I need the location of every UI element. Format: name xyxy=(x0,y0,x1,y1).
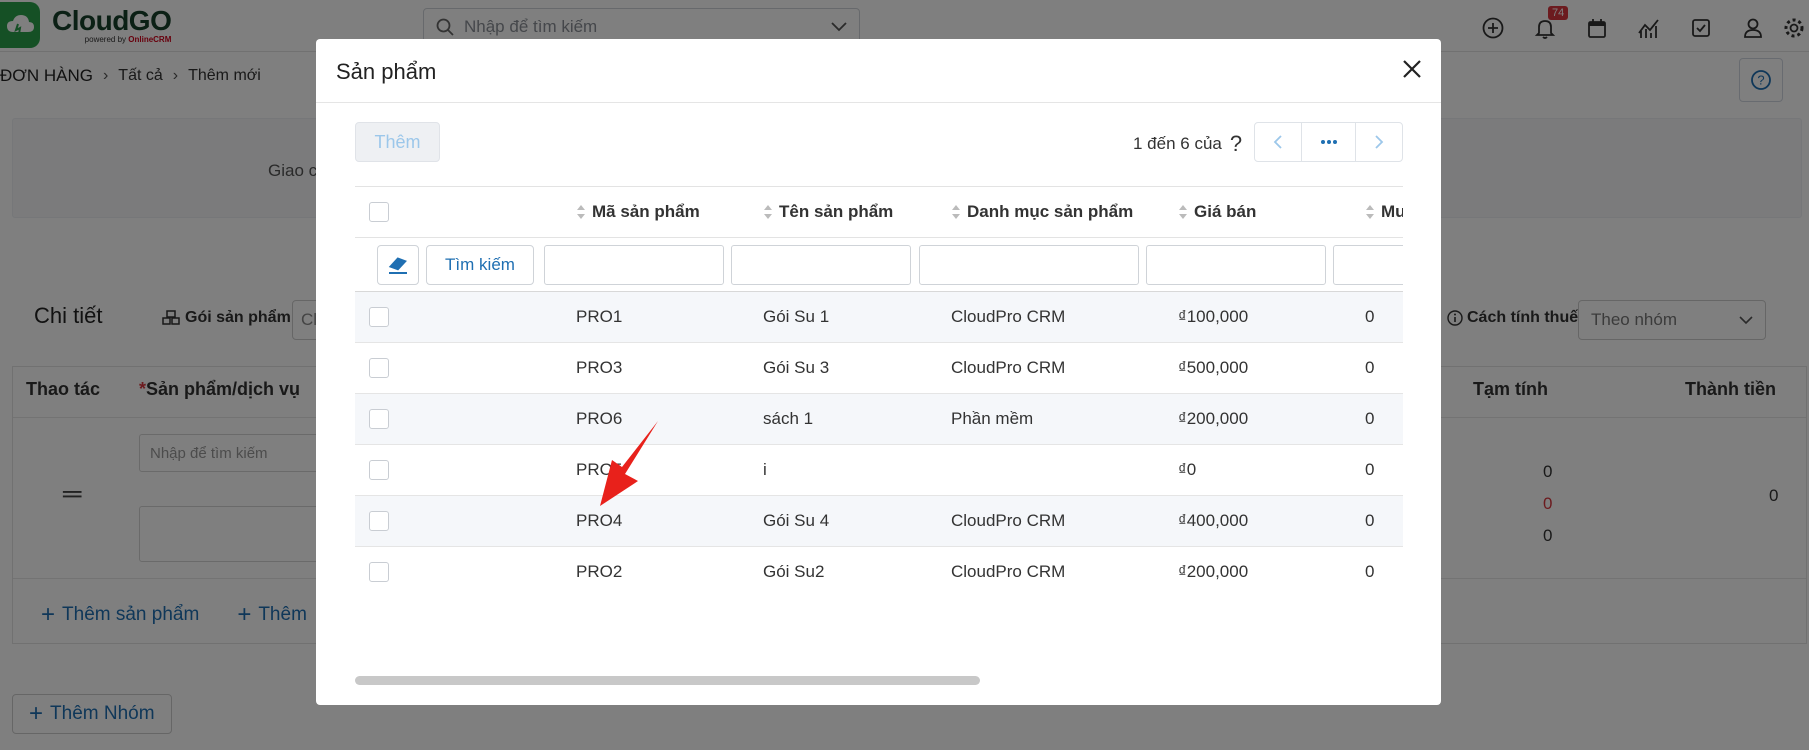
modal-title: Sản phẩm xyxy=(336,59,437,84)
row-checkbox[interactable] xyxy=(369,409,389,429)
cell-category: CloudPro CRM xyxy=(951,307,1066,326)
ellipsis-icon xyxy=(1320,140,1337,144)
cell-qty: 0 xyxy=(1365,460,1375,479)
table-row[interactable]: PRO4 Gói Su 4 CloudPro CRM ₫400,000 0 xyxy=(355,496,1403,547)
cell-name: Gói Su 3 xyxy=(763,358,830,377)
cell-price: ₫0 xyxy=(1178,460,1197,479)
cell-name: i xyxy=(763,460,767,479)
sort-icon xyxy=(1178,204,1188,220)
filter-price-input[interactable] xyxy=(1146,245,1326,285)
sort-icon xyxy=(576,204,586,220)
cell-qty: 0 xyxy=(1365,358,1375,377)
cell-category: CloudPro CRM xyxy=(951,358,1066,377)
add-product-button[interactable]: Thêm xyxy=(355,122,440,162)
row-checkbox[interactable] xyxy=(369,511,389,531)
sort-icon xyxy=(763,204,773,220)
filter-qty-input[interactable] xyxy=(1333,245,1403,285)
grid-search-button[interactable]: Tìm kiếm xyxy=(426,245,534,285)
cell-category: CloudPro CRM xyxy=(951,562,1066,581)
cell-qty: 0 xyxy=(1365,511,1375,530)
cell-name: Gói Su 1 xyxy=(763,307,830,326)
table-row[interactable]: PRO1 Gói Su 1 CloudPro CRM ₫100,000 0 xyxy=(355,292,1403,343)
cell-name: sách 1 xyxy=(763,409,814,428)
sort-icon xyxy=(951,204,961,220)
table-row[interactable]: PRO5 i ₫0 0 xyxy=(355,445,1403,496)
cell-qty: 0 xyxy=(1365,562,1375,581)
chevron-right-icon xyxy=(1375,135,1384,149)
prev-page-button[interactable] xyxy=(1255,123,1301,161)
horizontal-scrollbar[interactable] xyxy=(355,676,980,685)
col-header-qty[interactable]: Mu xyxy=(1365,187,1403,237)
col-header-name[interactable]: Tên sản phẩm xyxy=(763,187,893,237)
cell-price: ₫100,000 xyxy=(1178,307,1249,326)
col-header-price[interactable]: Giá bán xyxy=(1178,187,1256,237)
sort-icon xyxy=(1365,204,1375,220)
pager-total-unknown[interactable]: ? xyxy=(1230,131,1242,157)
filter-name-input[interactable] xyxy=(731,245,911,285)
filter-code-input[interactable] xyxy=(544,245,724,285)
cell-category: CloudPro CRM xyxy=(951,511,1066,530)
pager-summary: 1 đến 6 của? xyxy=(1133,131,1243,157)
row-checkbox[interactable] xyxy=(369,562,389,582)
filter-category-input[interactable] xyxy=(919,245,1139,285)
cell-name: Gói Su 4 xyxy=(763,511,830,530)
cell-code: PRO3 xyxy=(576,358,623,377)
table-row[interactable]: PRO6 sách 1 Phần mềm ₫200,000 0 xyxy=(355,394,1403,445)
chevron-left-icon xyxy=(1273,135,1282,149)
cell-code: PRO5 xyxy=(576,460,623,479)
row-checkbox[interactable] xyxy=(369,358,389,378)
cell-code: PRO4 xyxy=(576,511,623,530)
cell-name: Gói Su2 xyxy=(763,562,825,581)
clear-filter-button[interactable] xyxy=(377,245,419,285)
pagination xyxy=(1254,122,1403,162)
grid-header: Mã sản phẩm Tên sản phẩm Danh mục sản ph… xyxy=(355,186,1403,238)
eraser-icon xyxy=(388,257,407,274)
table-row[interactable]: PRO2 Gói Su2 CloudPro CRM ₫200,000 0 xyxy=(355,547,1403,597)
row-checkbox[interactable] xyxy=(369,307,389,327)
table-row[interactable]: PRO3 Gói Su 3 CloudPro CRM ₫500,000 0 xyxy=(355,343,1403,394)
col-header-category[interactable]: Danh mục sản phẩm xyxy=(951,187,1133,237)
cell-code: PRO2 xyxy=(576,562,623,581)
cell-price: ₫400,000 xyxy=(1178,511,1249,530)
next-page-button[interactable] xyxy=(1356,123,1402,161)
more-pages-button[interactable] xyxy=(1301,123,1356,161)
cell-price: ₫200,000 xyxy=(1178,409,1249,428)
product-picker-modal: Sản phẩm Thêm 1 đến 6 của? Mã sản phẩm T… xyxy=(316,39,1441,705)
select-all-checkbox[interactable] xyxy=(369,202,389,222)
cell-code: PRO6 xyxy=(576,409,623,428)
cell-qty: 0 xyxy=(1365,409,1375,428)
cell-price: ₫500,000 xyxy=(1178,358,1249,377)
cell-qty: 0 xyxy=(1365,307,1375,326)
row-checkbox[interactable] xyxy=(369,460,389,480)
cell-price: ₫200,000 xyxy=(1178,562,1249,581)
close-icon[interactable] xyxy=(1399,56,1425,82)
product-grid: Mã sản phẩm Tên sản phẩm Danh mục sản ph… xyxy=(355,186,1403,597)
cell-code: PRO1 xyxy=(576,307,623,326)
grid-filter-row: Tìm kiếm xyxy=(355,238,1403,292)
cell-category: Phần mềm xyxy=(951,409,1034,428)
col-header-code[interactable]: Mã sản phẩm xyxy=(576,187,700,237)
